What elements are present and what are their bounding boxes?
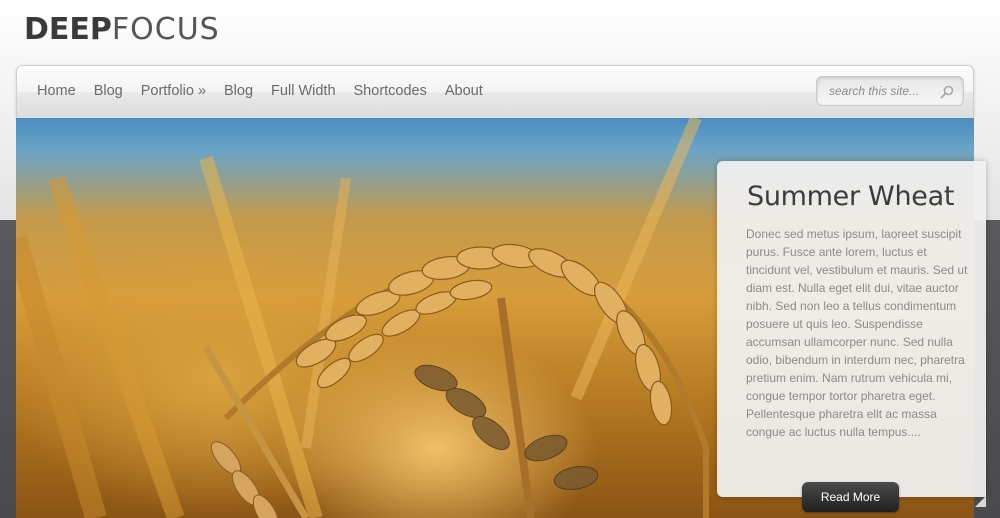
nav-item-full-width[interactable]: Full Width	[271, 83, 335, 99]
nav-item-home[interactable]: Home	[37, 83, 76, 99]
logo-bold-text: DEEP	[24, 12, 112, 47]
nav-item-blog-2[interactable]: Blog	[224, 83, 253, 99]
search-icon[interactable]	[939, 84, 955, 100]
nav-menu: Home Blog Portfolio » Blog Full Width Sh…	[37, 83, 501, 99]
corner-arrow-icon[interactable]	[975, 496, 986, 507]
logo-light-text: FOCUS	[111, 12, 220, 47]
search-box	[816, 76, 964, 106]
main-navigation: Home Blog Portfolio » Blog Full Width Sh…	[16, 65, 974, 118]
slide-title: Summer Wheat	[747, 181, 955, 212]
slide-description: Donec sed metus ipsum, laoreet suscipit …	[746, 227, 968, 439]
nav-item-portfolio[interactable]: Portfolio »	[141, 83, 206, 99]
nav-item-about[interactable]: About	[445, 83, 483, 99]
search-input[interactable]	[829, 83, 933, 99]
read-more-button[interactable]: Read More	[802, 482, 899, 512]
nav-item-blog[interactable]: Blog	[94, 83, 123, 99]
slide-caption-panel: Summer Wheat Donec sed metus ipsum, laor…	[717, 161, 986, 497]
site-logo[interactable]: DEEPFOCUS	[24, 12, 220, 48]
nav-item-shortcodes[interactable]: Shortcodes	[354, 83, 427, 99]
